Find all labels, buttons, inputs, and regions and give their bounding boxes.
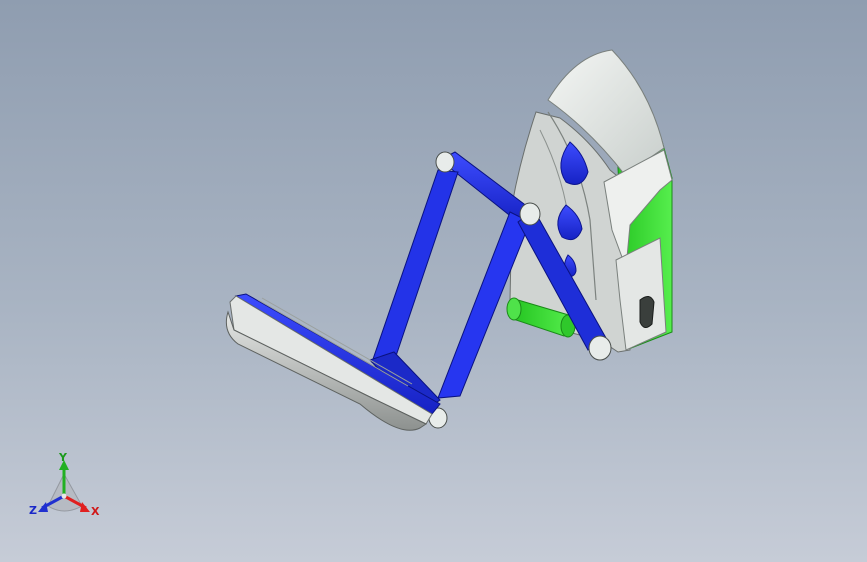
3d-viewport[interactable]: Y Z X [0, 0, 867, 562]
triad-z-arrow-icon [38, 502, 48, 512]
pin-lower-right [588, 335, 612, 361]
iron-heel-slot-icon [639, 296, 655, 328]
triad-origin [61, 493, 67, 499]
view-triad[interactable] [38, 460, 90, 512]
pin-top [435, 151, 455, 173]
triad-y-label: Y [59, 451, 67, 464]
model-scene[interactable] [0, 0, 867, 562]
pin-middle [519, 202, 541, 226]
triad-x-label: X [91, 505, 100, 518]
triad-z-label: Z [29, 504, 37, 517]
triad-x-arrow-icon [80, 502, 90, 512]
link-left-long [371, 169, 459, 363]
